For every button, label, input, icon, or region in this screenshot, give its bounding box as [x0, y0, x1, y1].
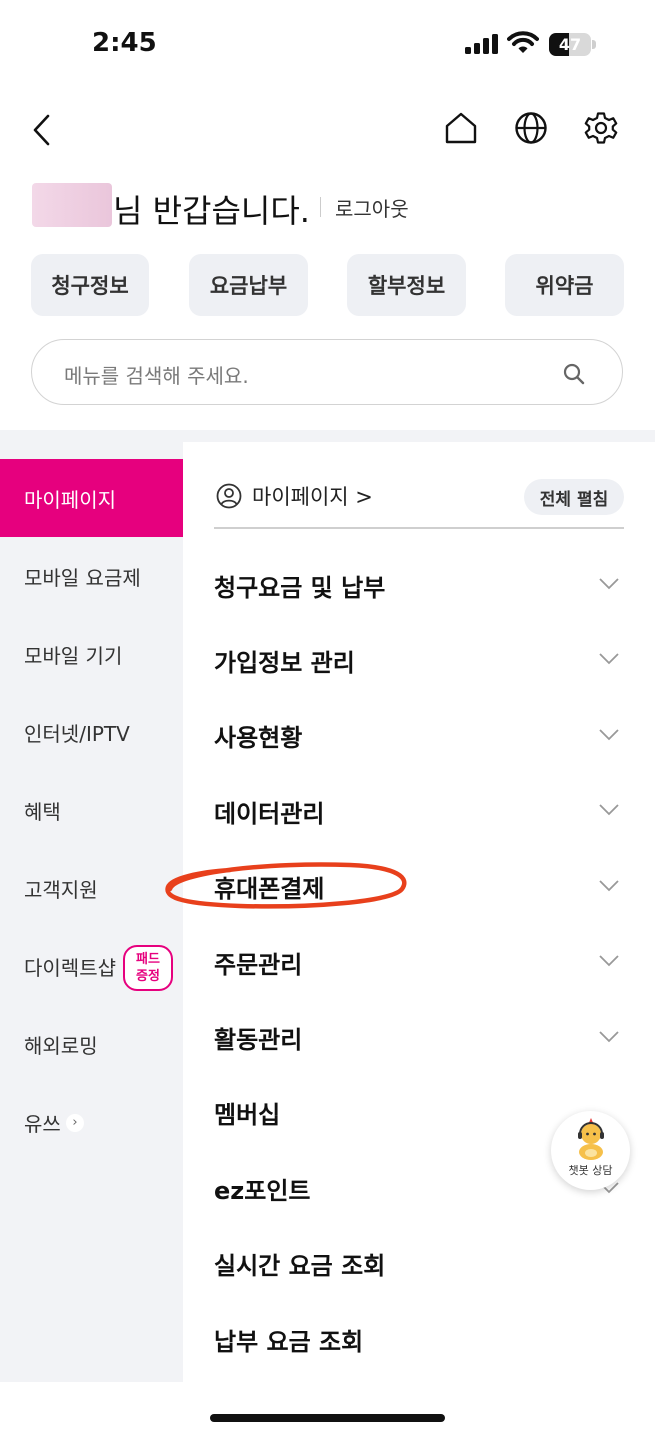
greeting-separator — [320, 197, 321, 217]
search-icon[interactable] — [562, 362, 586, 386]
bottom-safe-area — [0, 1382, 655, 1440]
menu-activity-management[interactable]: 활동관리 — [214, 1007, 624, 1067]
globe-icon[interactable] — [514, 111, 548, 145]
menu-paid-fee[interactable]: 납부 요금 조회 — [214, 1309, 624, 1369]
sidebar-item-youth[interactable]: 유쓰 — [0, 1083, 183, 1161]
sidebar-item-mobile-device[interactable]: 모바일 기기 — [0, 615, 183, 693]
greeting-text: 님 반갑습니다. — [113, 192, 310, 230]
home-indicator[interactable] — [210, 1414, 445, 1422]
chevron-down-icon[interactable] — [599, 1031, 619, 1043]
pad-gift-badge: 패드 증정 — [123, 945, 173, 991]
settings-gear-icon[interactable] — [584, 111, 618, 145]
badge-line-1: 패드 — [136, 952, 160, 967]
chevron-down-icon[interactable] — [599, 653, 619, 665]
billing-info-button[interactable]: 청구정보 — [31, 254, 149, 316]
sidebar-item-internet-iptv[interactable]: 인터넷/IPTV — [0, 693, 183, 771]
chevron-down-icon[interactable] — [599, 880, 619, 892]
wifi-icon — [507, 31, 539, 53]
menu-usage-status[interactable]: 사용현황 — [214, 705, 624, 765]
sidebar-item-support[interactable]: 고객지원 — [0, 849, 183, 927]
chatbot-label: 챗봇 상담 — [568, 1164, 613, 1177]
menu-billing-payment[interactable]: 청구요금 및 납부 — [214, 555, 624, 615]
search-input[interactable]: 메뉴를 검색해 주세요. — [31, 339, 623, 405]
sidebar-item-mypage[interactable]: 마이페이지 — [0, 459, 183, 537]
menu-order-management[interactable]: 주문관리 — [214, 932, 624, 992]
chevron-down-icon[interactable] — [599, 955, 619, 967]
menu-realtime-fee[interactable]: 실시간 요금 조회 — [214, 1233, 624, 1293]
chevron-down-icon[interactable] — [599, 804, 619, 816]
expand-all-button[interactable]: 전체 펼침 — [524, 479, 624, 515]
payment-button[interactable]: 요금납부 — [189, 254, 308, 316]
breadcrumb-mypage[interactable]: 마이페이지 > — [252, 481, 373, 511]
sidebar-item-mobile-plan[interactable]: 모바일 요금제 — [0, 537, 183, 615]
chatbot-mascot-icon — [578, 1118, 604, 1160]
logout-link[interactable]: 로그아웃 — [335, 193, 409, 222]
chevron-down-icon[interactable] — [599, 578, 619, 590]
back-arrow-icon[interactable] — [30, 112, 54, 148]
penalty-fee-button[interactable]: 위약금 — [505, 254, 624, 316]
user-profile-icon — [216, 483, 242, 509]
highlight-annotation-oval — [165, 862, 407, 909]
sidebar-item-roaming[interactable]: 해외로밍 — [0, 1005, 183, 1083]
breadcrumb-divider — [214, 527, 624, 529]
cellular-signal-icon — [465, 34, 498, 54]
menu-data-management[interactable]: 데이터관리 — [214, 781, 624, 841]
badge-line-2: 증정 — [136, 969, 160, 984]
blurred-username — [32, 183, 112, 227]
installment-info-button[interactable]: 할부정보 — [347, 254, 466, 316]
chatbot-button[interactable]: 챗봇 상담 — [551, 1111, 630, 1190]
home-icon[interactable] — [444, 111, 478, 145]
section-divider — [0, 430, 655, 442]
search-placeholder: 메뉴를 검색해 주세요. — [64, 364, 249, 388]
chevron-down-icon[interactable] — [599, 729, 619, 741]
chevron-right-icon: › — [66, 1114, 84, 1132]
battery-icon: 47 — [549, 33, 591, 56]
battery-cap — [592, 40, 596, 49]
status-time: 2:45 — [92, 28, 157, 58]
battery-percent: 47 — [558, 35, 582, 54]
menu-subscription-info[interactable]: 가입정보 관리 — [214, 630, 624, 690]
sidebar-item-benefits[interactable]: 혜택 — [0, 771, 183, 849]
